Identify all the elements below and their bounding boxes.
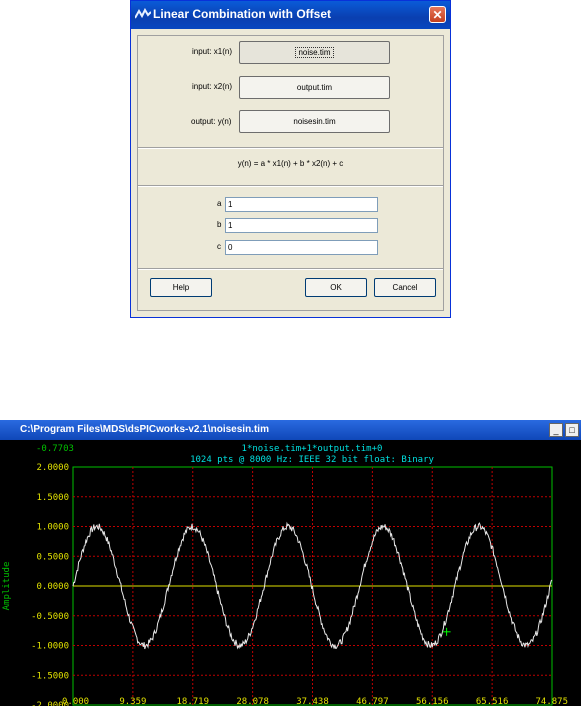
c-input[interactable]: 0 bbox=[225, 240, 378, 255]
divider bbox=[138, 268, 443, 270]
output-label: output: y(n) bbox=[191, 117, 232, 126]
y-tick-label: -1.5000 bbox=[31, 671, 69, 681]
equation-text: y(n) = a * x1(n) + b * x2(n) + c bbox=[237, 159, 344, 168]
ok-button[interactable]: OK bbox=[305, 278, 367, 297]
a-label: a bbox=[217, 199, 222, 208]
x-tick-labels: 0.000 9.359 18.719 28.078 37.438 46.797 56.156… bbox=[62, 697, 568, 706]
input2-file-button[interactable]: output.tim bbox=[239, 76, 390, 99]
a-input[interactable]: 1 bbox=[225, 197, 378, 212]
x-tick-label: 9.359 bbox=[119, 697, 146, 706]
plot-header-expression: 1*noise.tim+1*output.tim+0 bbox=[242, 444, 383, 454]
y-tick-label: 2.0000 bbox=[36, 463, 69, 473]
b-label: b bbox=[217, 220, 222, 229]
plot-window: C:\Program Files\MDS\dsPICworks-v2.1\noi… bbox=[0, 420, 581, 706]
dialog-title: Linear Combination with Offset bbox=[153, 7, 332, 21]
y-tick-label: 0.0000 bbox=[36, 582, 69, 592]
minimize-icon[interactable]: _ bbox=[549, 423, 563, 437]
output-file-button[interactable]: noisesin.tim bbox=[239, 110, 390, 133]
b-input[interactable]: 1 bbox=[225, 218, 378, 233]
x-tick-label: 65.516 bbox=[476, 697, 509, 706]
input1-file-name: noise.tim bbox=[295, 47, 334, 58]
cursor-marker bbox=[442, 627, 451, 636]
input1-label: input: x1(n) bbox=[192, 47, 233, 56]
cursor-value: -0.7703 bbox=[36, 444, 74, 454]
x-tick-label: 28.078 bbox=[236, 697, 269, 706]
divider bbox=[138, 185, 443, 187]
y-tick-label: 1.5000 bbox=[36, 493, 69, 503]
input1-file-button[interactable]: noise.tim bbox=[239, 41, 390, 64]
y-axis-label: Amplitude bbox=[2, 562, 12, 611]
x-tick-label: 46.797 bbox=[356, 697, 389, 706]
close-icon[interactable]: ✕ bbox=[429, 6, 446, 23]
y-tick-label: -0.5000 bbox=[31, 612, 69, 622]
dialog-titlebar[interactable]: Linear Combination with Offset ✕ bbox=[131, 1, 450, 29]
dialog-panel: input: x1(n) noise.tim input: x2(n) outp… bbox=[137, 35, 444, 311]
x-tick-label: 37.438 bbox=[296, 697, 329, 706]
linear-combination-dialog: Linear Combination with Offset ✕ input: … bbox=[130, 0, 451, 318]
plot-window-title: C:\Program Files\MDS\dsPICworks-v2.1\noi… bbox=[20, 424, 269, 435]
input2-label: input: x2(n) bbox=[192, 82, 233, 91]
cancel-button[interactable]: Cancel bbox=[374, 278, 436, 297]
plot-header-info: 1024 pts @ 8000 Hz: IEEE 32 bit float: B… bbox=[190, 455, 434, 465]
app-icon bbox=[135, 8, 151, 19]
y-tick-label: 0.5000 bbox=[36, 552, 69, 562]
x-tick-label: 56.156 bbox=[416, 697, 449, 706]
plot-window-titlebar[interactable]: C:\Program Files\MDS\dsPICworks-v2.1\noi… bbox=[0, 420, 581, 440]
divider bbox=[138, 147, 443, 149]
maximize-icon[interactable]: □ bbox=[565, 423, 579, 437]
x-tick-label: 74.875 bbox=[535, 697, 568, 706]
x-tick-label: 18.719 bbox=[176, 697, 209, 706]
x-tick-label: 0.000 bbox=[62, 697, 89, 706]
y-tick-label: 1.0000 bbox=[36, 523, 69, 533]
help-button[interactable]: Help bbox=[150, 278, 212, 297]
signal-plot[interactable]: 2.0000 1.5000 1.0000 0.5000 0.0000 -0.5000 -1.… bbox=[0, 440, 581, 706]
c-label: c bbox=[217, 242, 221, 251]
y-tick-label: -1.0000 bbox=[31, 642, 69, 652]
y-tick-labels: 2.0000 1.5000 1.0000 0.5000 0.0000 -0.5000 -1.… bbox=[31, 463, 69, 706]
